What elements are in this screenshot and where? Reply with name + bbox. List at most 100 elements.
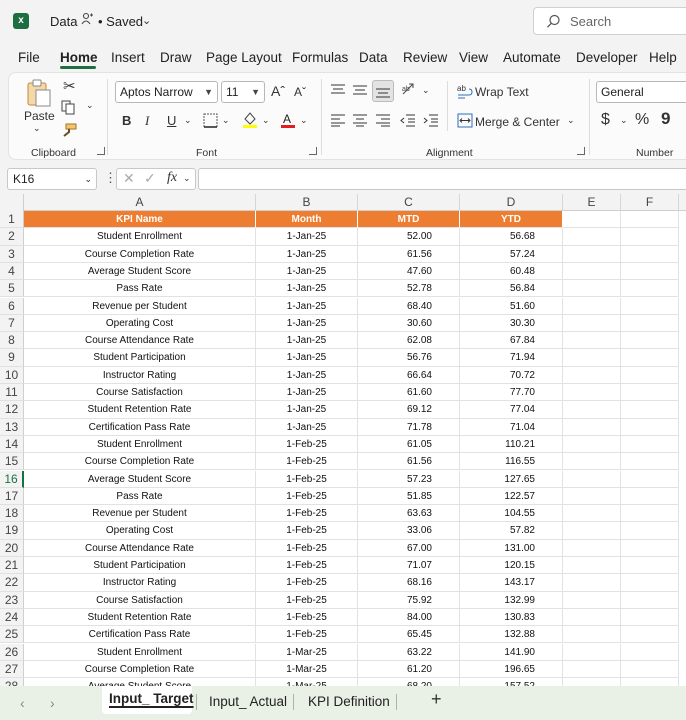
table-cell[interactable]: 47.60 xyxy=(358,262,460,281)
orientation-icon[interactable]: ab xyxy=(401,82,419,98)
table-cell[interactable]: 52.78 xyxy=(358,280,460,298)
add-sheet-icon[interactable]: + xyxy=(431,689,442,710)
tab-automate[interactable]: Automate xyxy=(503,50,561,65)
row-header[interactable]: 20 xyxy=(0,539,24,557)
table-cell[interactable]: 1-Feb-25 xyxy=(256,470,358,488)
tab-insert[interactable]: Insert xyxy=(111,50,145,65)
column-header-e[interactable]: E xyxy=(563,194,621,211)
merge-center-button[interactable]: Merge & Center xyxy=(475,115,560,129)
underline-button[interactable]: U xyxy=(167,113,176,128)
tab-file[interactable]: File xyxy=(18,50,40,65)
table-cell[interactable] xyxy=(563,366,621,384)
table-cell[interactable] xyxy=(563,314,621,333)
table-cell[interactable]: 1-Feb-25 xyxy=(256,557,358,575)
row-header[interactable]: 21 xyxy=(0,557,24,575)
table-cell[interactable]: 1-Feb-25 xyxy=(256,608,358,627)
table-cell[interactable]: Student Retention Rate xyxy=(24,608,256,627)
table-cell[interactable]: 68.40 xyxy=(358,297,460,315)
table-cell[interactable] xyxy=(563,349,621,367)
table-cell[interactable]: 1-Feb-25 xyxy=(256,574,358,592)
table-cell[interactable]: 1-Jan-25 xyxy=(256,262,358,281)
table-cell[interactable] xyxy=(621,557,679,575)
percent-format-button[interactable]: % xyxy=(635,111,649,129)
table-cell[interactable]: 1-Jan-25 xyxy=(256,314,358,333)
table-cell[interactable]: 70.72 xyxy=(460,366,563,384)
table-cell[interactable] xyxy=(563,297,621,315)
table-cell[interactable]: Revenue per Student xyxy=(24,297,256,315)
number-format-select[interactable]: General xyxy=(596,81,686,103)
row-header[interactable]: 4 xyxy=(0,262,24,281)
table-cell[interactable]: 61.20 xyxy=(358,660,460,679)
row-header[interactable]: 8 xyxy=(0,332,24,350)
table-cell[interactable]: Average Student Score xyxy=(24,470,256,488)
table-cell[interactable] xyxy=(621,505,679,523)
table-cell[interactable] xyxy=(621,678,679,686)
table-cell[interactable]: 57.24 xyxy=(460,245,563,263)
tab-page-layout[interactable]: Page Layout xyxy=(206,50,282,65)
table-cell[interactable]: 30.60 xyxy=(358,314,460,333)
table-cell[interactable] xyxy=(621,280,679,298)
copy-icon[interactable] xyxy=(61,100,76,115)
scroll-right-icon[interactable]: › xyxy=(50,695,55,711)
table-cell[interactable]: 65.45 xyxy=(358,626,460,644)
table-cell[interactable]: 56.68 xyxy=(460,228,563,246)
table-cell[interactable]: Pass Rate xyxy=(24,487,256,506)
search-box[interactable]: Search xyxy=(533,7,686,35)
table-cell[interactable]: 75.92 xyxy=(358,591,460,609)
table-cell[interactable] xyxy=(621,245,679,263)
cancel-icon[interactable]: ✕ xyxy=(123,170,135,187)
select-all-corner[interactable] xyxy=(0,194,24,211)
table-cell[interactable]: 1-Feb-25 xyxy=(256,453,358,471)
table-cell[interactable] xyxy=(621,262,679,281)
table-cell[interactable]: 1-Feb-25 xyxy=(256,591,358,609)
row-header[interactable]: 14 xyxy=(0,435,24,454)
table-cell[interactable]: 157.52 xyxy=(460,678,563,686)
table-cell[interactable] xyxy=(563,487,621,506)
table-cell[interactable]: 57.82 xyxy=(460,522,563,540)
table-cell[interactable]: Student Participation xyxy=(24,349,256,367)
chevron-down-icon[interactable]: ⌄ xyxy=(222,115,230,126)
table-cell[interactable]: 61.56 xyxy=(358,453,460,471)
table-cell[interactable]: 132.88 xyxy=(460,626,563,644)
table-header-cell[interactable]: KPI Name xyxy=(24,211,256,229)
name-box[interactable]: K16 ⌄ xyxy=(7,168,97,190)
table-header-cell[interactable]: MTD xyxy=(358,211,460,229)
table-cell[interactable] xyxy=(621,591,679,609)
table-cell[interactable] xyxy=(563,626,621,644)
table-cell[interactable]: Course Completion Rate xyxy=(24,660,256,679)
table-cell[interactable]: 33.06 xyxy=(358,522,460,540)
scroll-left-icon[interactable]: ‹ xyxy=(20,695,25,711)
table-cell[interactable]: Student Enrollment xyxy=(24,228,256,246)
row-header[interactable]: 13 xyxy=(0,418,24,436)
format-painter-icon[interactable] xyxy=(61,123,77,137)
table-cell[interactable]: Course Completion Rate xyxy=(24,453,256,471)
table-cell[interactable]: 127.65 xyxy=(460,470,563,488)
table-cell[interactable] xyxy=(563,280,621,298)
row-header[interactable]: 12 xyxy=(0,401,24,419)
table-cell[interactable] xyxy=(621,332,679,350)
table-cell[interactable]: 130.83 xyxy=(460,608,563,627)
table-cell[interactable] xyxy=(621,314,679,333)
table-cell[interactable]: Course Satisfaction xyxy=(24,384,256,402)
column-header-d[interactable]: D xyxy=(460,194,563,211)
font-size-select[interactable]: 11 ▼ xyxy=(221,81,265,103)
table-cell[interactable] xyxy=(563,660,621,679)
increase-font-icon[interactable]: Aˆ xyxy=(271,83,285,99)
alignment-launcher-icon[interactable] xyxy=(577,147,585,155)
table-cell[interactable]: 196.65 xyxy=(460,660,563,679)
table-cell[interactable]: 1-Feb-25 xyxy=(256,626,358,644)
table-cell[interactable]: 1-Jan-25 xyxy=(256,366,358,384)
row-header[interactable]: 18 xyxy=(0,505,24,523)
align-center-icon[interactable] xyxy=(352,113,368,127)
table-cell[interactable]: 71.94 xyxy=(460,349,563,367)
paste-label[interactable]: Paste xyxy=(24,109,55,123)
table-cell[interactable]: 141.90 xyxy=(460,643,563,661)
chevron-down-icon[interactable]: ⌄ xyxy=(262,115,270,126)
font-color-icon[interactable]: A xyxy=(280,111,296,129)
chevron-down-icon[interactable]: ⌄ xyxy=(422,85,430,96)
table-cell[interactable] xyxy=(563,435,621,454)
table-cell[interactable]: 61.05 xyxy=(358,435,460,454)
table-cell[interactable]: 122.57 xyxy=(460,487,563,506)
table-cell[interactable] xyxy=(621,297,679,315)
table-cell[interactable]: 116.55 xyxy=(460,453,563,471)
